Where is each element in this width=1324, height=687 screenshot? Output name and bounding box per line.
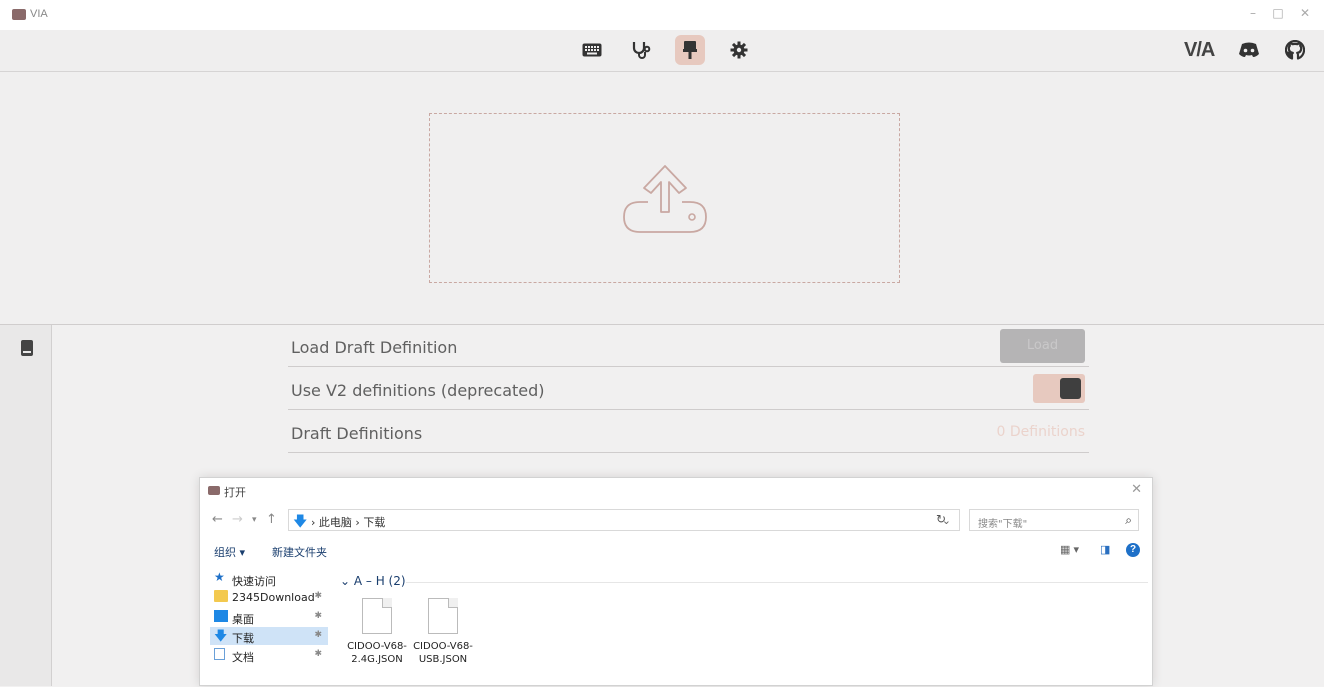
maximize-button[interactable]: □	[1268, 6, 1288, 20]
pin-icon: ✱	[314, 630, 322, 640]
settings-button[interactable]	[724, 35, 754, 65]
up-arrow-icon[interactable]: ↑	[266, 512, 277, 527]
load-draft-row: Load Draft Definition Load	[288, 325, 1089, 367]
upload-icon	[623, 165, 707, 233]
pin-icon: ✱	[314, 649, 322, 659]
nav-documents[interactable]: 文档 ✱	[210, 646, 328, 664]
definition-drop-zone[interactable]	[429, 113, 900, 283]
configure-keyboard-button[interactable]	[577, 35, 607, 65]
desktop-icon	[214, 610, 228, 622]
github-icon	[1285, 40, 1305, 60]
use-v2-row: Use V2 definitions (deprecated)	[288, 368, 1089, 410]
organize-menu[interactable]: 组织 ▾	[214, 544, 245, 560]
search-icon: ⌕	[1125, 513, 1132, 527]
draft-definitions-label: Draft Definitions	[291, 424, 423, 443]
navigation-pane: ★ 快速访问 2345Download ✱ 桌面 ✱ 🡇 下载 ✱ 文档 ✱	[200, 566, 330, 687]
pin-icon: ✱	[314, 611, 322, 621]
address-bar[interactable]: 🡇 › 此电脑 › 下载 ⌄	[288, 509, 960, 531]
group-divider	[406, 582, 1148, 583]
forward-arrow-icon[interactable]: →	[232, 512, 243, 527]
brush-icon	[683, 41, 697, 59]
file-icon	[428, 598, 458, 634]
refresh-icon[interactable]: ↻	[936, 512, 946, 526]
keyboard-icon	[582, 43, 602, 57]
load-draft-label: Load Draft Definition	[291, 338, 458, 357]
design-tab-button[interactable]	[675, 35, 705, 65]
gear-icon	[730, 41, 748, 59]
upload-area	[0, 72, 1324, 325]
back-arrow-icon[interactable]: ←	[212, 512, 223, 527]
github-link[interactable]	[1280, 35, 1310, 65]
window-title: VIA	[30, 8, 48, 20]
search-input[interactable]: 搜索"下载" ⌕	[969, 509, 1139, 531]
breadcrumb-downloads[interactable]: 下载	[363, 516, 385, 529]
minimize-button[interactable]: –	[1243, 6, 1263, 20]
via-brand-link[interactable]: V/A	[1184, 39, 1215, 62]
file-list: ⌄ A – H (2) CIDOO-V68-2.4G.JSON CIDOO-V6…	[338, 566, 1148, 687]
group-header[interactable]: ⌄ A – H (2)	[340, 574, 406, 588]
left-sidebar	[0, 325, 52, 686]
nav-quick-access[interactable]: ★ 快速访问	[210, 570, 328, 588]
view-controls: ▦ ▾ ◨ ?	[1060, 542, 1140, 560]
title-bar: VIA – □ ✕	[0, 0, 1324, 30]
draft-definitions-row: Draft Definitions 0 Definitions	[288, 411, 1089, 453]
dialog-nav-bar: ← → ▾ ↑ 🡇 › 此电脑 › 下载 ⌄ ↻ 搜索"下载" ⌕	[200, 506, 1152, 536]
file-name: CIDOO-V68-2.4G.JSON	[347, 641, 407, 665]
star-icon: ★	[214, 570, 225, 584]
folder-icon	[214, 590, 228, 602]
top-nav: V/A	[0, 30, 1324, 72]
breadcrumb-this-pc[interactable]: 此电脑	[319, 516, 352, 529]
document-icon	[214, 648, 225, 660]
help-icon[interactable]: ?	[1126, 543, 1140, 557]
view-mode-icon[interactable]: ▦ ▾	[1060, 543, 1079, 556]
close-button[interactable]: ✕	[1295, 6, 1315, 20]
stethoscope-icon	[632, 42, 651, 59]
discord-link[interactable]	[1234, 35, 1264, 65]
app-logo-icon	[12, 9, 26, 20]
dialog-close-button[interactable]: ✕	[1131, 482, 1142, 497]
nav-desktop[interactable]: 桌面 ✱	[210, 608, 328, 626]
file-open-dialog: 打开 ✕ ← → ▾ ↑ 🡇 › 此电脑 › 下载 ⌄ ↻ 搜索"下载" ⌕ 组…	[199, 477, 1153, 686]
discord-icon	[1239, 42, 1259, 57]
dialog-title: 打开	[224, 486, 246, 499]
preview-pane-icon[interactable]: ◨	[1100, 543, 1110, 556]
recent-dropdown-icon[interactable]: ▾	[252, 515, 257, 525]
file-item[interactable]: CIDOO-V68-USB.JSON	[412, 598, 474, 666]
use-v2-label: Use V2 definitions (deprecated)	[291, 381, 545, 400]
book-icon[interactable]	[21, 340, 33, 356]
load-button[interactable]: Load	[1000, 329, 1085, 363]
pin-icon: ✱	[314, 591, 322, 601]
definitions-count: 0 Definitions	[996, 424, 1085, 440]
file-item[interactable]: CIDOO-V68-2.4G.JSON	[346, 598, 408, 666]
dialog-app-icon	[208, 486, 220, 495]
new-folder-button[interactable]: 新建文件夹	[272, 544, 327, 560]
dialog-toolbar: 组织 ▾ 新建文件夹 ▦ ▾ ◨ ?	[200, 540, 1152, 562]
download-icon: 🡇	[293, 514, 308, 530]
use-v2-toggle[interactable]	[1033, 374, 1085, 403]
file-name: CIDOO-V68-USB.JSON	[413, 641, 473, 665]
download-icon: 🡇	[214, 629, 228, 644]
toggle-knob	[1060, 378, 1081, 399]
nav-2345download[interactable]: 2345Download ✱	[210, 588, 328, 606]
file-icon	[362, 598, 392, 634]
key-tester-button[interactable]	[626, 35, 656, 65]
nav-downloads[interactable]: 🡇 下载 ✱	[210, 627, 328, 645]
